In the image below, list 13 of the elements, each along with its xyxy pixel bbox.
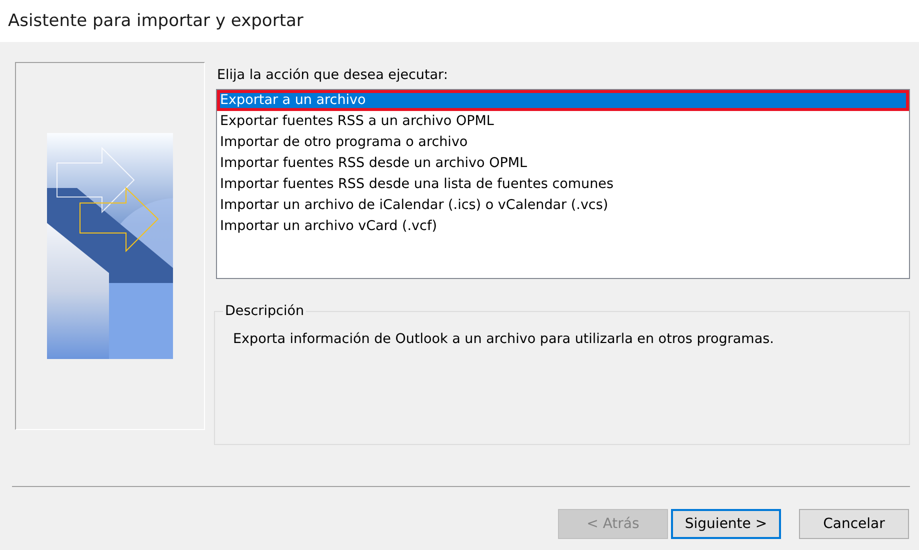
list-label: Elija la acción que desea ejecutar: (217, 67, 449, 85)
window-title: Asistente para importar y exportar (8, 11, 304, 31)
dialog-button[interactable]: Siguiente > (671, 509, 781, 539)
list-item[interactable]: Importar fuentes RSS desde un archivo OPML (217, 153, 909, 174)
description-title: Descripción (224, 303, 306, 319)
list-item[interactable]: Importar un archivo de iCalendar (.ics) o vCalendar (.vcs) (217, 195, 909, 216)
dialog-button[interactable]: Cancelar (799, 509, 909, 539)
list-item[interactable]: Importar fuentes RSS desde una lista de fuentes comunes (217, 174, 909, 195)
list-item[interactable]: Importar de otro programa o archivo (217, 132, 909, 153)
description-text: Exporta información de Outlook a un archivo para utilizarla en otros programas. (233, 331, 775, 347)
list-item[interactable]: Exportar fuentes RSS a un archivo OPML (217, 111, 909, 132)
list-item[interactable]: Importar un archivo vCard (.vcf) (217, 216, 909, 237)
list-item[interactable]: Exportar a un archivo (217, 90, 909, 111)
